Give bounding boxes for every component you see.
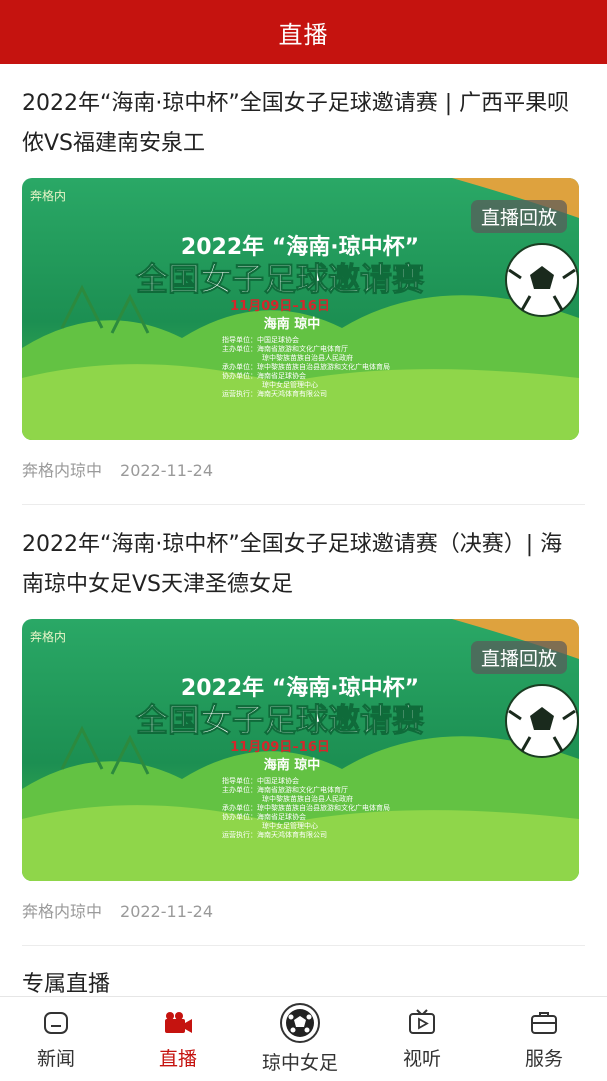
page-title: 直播 xyxy=(278,20,329,49)
poster-year: 2022年 xyxy=(181,675,264,701)
poster-credit: 琼中女足管理中心 xyxy=(262,380,318,389)
tab-qiongzhong-womens-football[interactable]: 琼中女足 xyxy=(250,997,350,1081)
tab-label: 新闻 xyxy=(36,1048,75,1070)
replay-badge: 直播回放 xyxy=(470,200,567,233)
soccer-ball-icon xyxy=(505,684,579,758)
svg-text:2022年 “海南·琼中杯”: 2022年 “海南·琼中杯” xyxy=(181,675,419,701)
tab-label: 视听 xyxy=(402,1048,441,1070)
list-item[interactable]: 2022年“海南·琼中杯”全国女子足球邀请赛（决赛）| 海南琼中女足VS天津圣德… xyxy=(22,505,585,946)
poster-logo: 奔格内 xyxy=(30,188,66,203)
soccer-ball-icon xyxy=(280,1003,320,1043)
svg-text:2022年 “海南·琼中杯”: 2022年 “海南·琼中杯” xyxy=(181,234,419,260)
article-date: 2022-11-24 xyxy=(120,461,213,480)
briefcase-icon xyxy=(531,1012,557,1034)
poster-logo: 奔格内 xyxy=(30,629,66,644)
top-bar: 直播 xyxy=(0,0,607,64)
tab-label: 服务 xyxy=(524,1048,563,1070)
poster-main-title: 全国女子足球邀请赛 xyxy=(135,701,425,739)
poster-credit: 协办单位：海南省足球协会 xyxy=(222,371,306,380)
article-title[interactable]: 2022年“海南·琼中杯”全国女子足球邀请赛 | 广西平果呗侬VS福建南安泉工 xyxy=(22,84,582,164)
news-icon xyxy=(44,1012,68,1034)
article-meta: 奔格内琼中 2022-11-24 xyxy=(22,898,213,922)
poster-main-title: 全国女子足球邀请赛 xyxy=(135,260,425,298)
poster-dates: 11月09日–16日 xyxy=(230,299,330,314)
article-title[interactable]: 2022年“海南·琼中杯”全国女子足球邀请赛（决赛）| 海南琼中女足VS天津圣德… xyxy=(22,525,582,605)
tab-news[interactable]: 新闻 xyxy=(6,997,106,1081)
poster-credit: 运营执行：海南天鸿体育有限公司 xyxy=(222,389,327,398)
tab-label: 直播 xyxy=(158,1048,197,1070)
article-source: 奔格内琼中 xyxy=(22,461,103,480)
article-meta: 奔格内琼中 2022-11-24 xyxy=(22,457,213,481)
poster-credit: 承办单位：琼中黎族苗族自治县旅游和文化广电体育局 xyxy=(222,803,390,812)
poster-credit: 协办单位：海南省足球协会 xyxy=(222,812,306,821)
video-camera-icon xyxy=(165,1012,192,1033)
soccer-ball-icon xyxy=(505,243,579,317)
poster-credit: 主办单位：海南省旅游和文化广电体育厅 xyxy=(222,785,348,794)
poster-place: 海南 琼中 xyxy=(264,316,321,332)
poster-year: 2022年 xyxy=(181,234,264,260)
poster-credit: 琼中黎族苗族自治县人民政府 xyxy=(262,353,353,362)
poster-credit: 承办单位：琼中黎族苗族自治县旅游和文化广电体育局 xyxy=(222,362,390,371)
poster-cup: “海南·琼中杯” xyxy=(272,234,419,260)
poster-credit: 琼中女足管理中心 xyxy=(262,821,318,830)
tv-icon xyxy=(409,1009,435,1034)
tab-services[interactable]: 服务 xyxy=(494,997,594,1081)
poster-credit: 指导单位：中国足球协会 xyxy=(222,776,299,785)
live-feed[interactable]: 2022年“海南·琼中杯”全国女子足球邀请赛 | 广西平果呗侬VS福建南安泉工 … xyxy=(0,64,607,996)
article-thumbnail[interactable]: 奔格内 2022年 “海南·琼中杯” 全国女子足球邀请赛 11月09日–16日 … xyxy=(22,619,579,881)
bottom-tab-bar: 新闻 直播 琼中女足 视听 服务 xyxy=(0,996,607,1081)
poster-credit: 运营执行：海南天鸿体育有限公司 xyxy=(222,830,327,839)
tab-live[interactable]: 直播 xyxy=(128,997,228,1081)
poster-credit: 指导单位：中国足球协会 xyxy=(222,335,299,344)
section-title: 专属直播 xyxy=(22,972,111,997)
poster-credit: 琼中黎族苗族自治县人民政府 xyxy=(262,794,353,803)
replay-badge: 直播回放 xyxy=(470,641,567,674)
article-date: 2022-11-24 xyxy=(120,902,213,921)
poster-dates: 11月09日–16日 xyxy=(230,740,330,755)
tab-audio-video[interactable]: 视听 xyxy=(372,997,472,1081)
article-source: 奔格内琼中 xyxy=(22,902,103,921)
poster-cup: “海南·琼中杯” xyxy=(272,675,419,701)
list-item[interactable]: 2022年“海南·琼中杯”全国女子足球邀请赛 | 广西平果呗侬VS福建南安泉工 … xyxy=(22,64,585,505)
tab-label: 琼中女足 xyxy=(261,1052,338,1074)
poster-credit: 主办单位：海南省旅游和文化广电体育厅 xyxy=(222,344,348,353)
poster-place: 海南 琼中 xyxy=(264,757,321,773)
article-thumbnail[interactable]: 奔格内 2022年 “海南·琼中杯” 全国女子足球邀请赛 11月09日–16日 … xyxy=(22,178,579,440)
